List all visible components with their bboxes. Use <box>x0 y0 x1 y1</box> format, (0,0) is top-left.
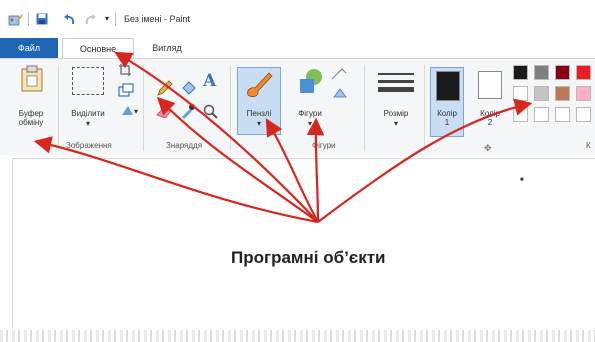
chevron-down-icon[interactable]: ▾ <box>255 119 263 128</box>
tab-file[interactable]: Файл <box>0 38 58 58</box>
quick-access-separator <box>115 12 116 26</box>
torn-edge <box>0 330 595 342</box>
palette-swatch[interactable] <box>513 107 528 122</box>
text-icon[interactable]: A <box>203 73 216 90</box>
caption: Програмні об’єкти <box>231 248 386 267</box>
tab-home[interactable]: Основне <box>62 38 134 58</box>
eraser-icon[interactable] <box>156 103 174 119</box>
canvas[interactable] <box>12 158 595 329</box>
color2-button[interactable]: Колір 2 <box>472 109 508 127</box>
tab-view[interactable]: Вигляд <box>140 38 194 58</box>
group-label-image: Зображення <box>66 141 112 150</box>
shape-outline-fill-icon[interactable] <box>330 67 350 103</box>
clipboard-icon[interactable] <box>19 65 45 93</box>
pencil-icon[interactable] <box>156 79 174 97</box>
paint-window: ▾ Без імені - Paint Файл Основне Вигляд … <box>0 0 595 342</box>
color1-label: Колір 1 <box>437 109 457 127</box>
quick-access-dropdown[interactable]: ▾ <box>105 12 113 26</box>
select-rect-icon[interactable] <box>72 67 104 95</box>
resize-icon[interactable] <box>118 83 134 97</box>
resize-handle[interactable]: ■ <box>520 176 524 185</box>
undo-icon[interactable] <box>62 12 76 26</box>
group-separator <box>58 65 59 151</box>
palette-swatch[interactable] <box>534 107 549 122</box>
palette-swatch[interactable] <box>513 86 528 101</box>
palette-swatch[interactable] <box>576 107 591 122</box>
crop-icon[interactable] <box>118 63 132 77</box>
palette-swatch[interactable] <box>555 86 570 101</box>
color2-swatch[interactable] <box>478 71 502 99</box>
chevron-down-icon[interactable]: ▾ <box>392 119 400 128</box>
group-separator <box>364 65 365 151</box>
size-lines-icon[interactable] <box>378 71 414 97</box>
chevron-down-icon[interactable]: ▾ <box>84 119 92 128</box>
rotate-icon[interactable]: ▾ <box>120 103 140 117</box>
palette-swatch[interactable] <box>576 65 591 80</box>
window-title: Без імені - Paint <box>124 14 191 24</box>
color1-swatch <box>436 71 460 101</box>
color-picker-icon[interactable] <box>180 103 196 119</box>
palette-swatch[interactable] <box>534 86 549 101</box>
clipboard-button[interactable]: Буфер обміну <box>10 109 52 127</box>
palette-swatch[interactable] <box>555 107 570 122</box>
fill-icon[interactable] <box>180 79 198 97</box>
paint-app-icon <box>8 14 23 26</box>
move-cursor-icon: ✥ <box>484 143 492 153</box>
chevron-down-icon[interactable]: ▾ <box>306 119 314 128</box>
shapes-icon[interactable] <box>296 67 326 97</box>
palette-swatch[interactable] <box>555 65 570 80</box>
brush-icon <box>247 72 273 98</box>
size-button[interactable]: Розмір <box>374 109 418 118</box>
group-separator <box>143 65 144 151</box>
group-label-shapes: Фігури <box>312 141 336 150</box>
title-bar: ▾ Без імені - Paint <box>0 0 595 36</box>
quick-access-separator <box>28 12 29 26</box>
svg-text:▾: ▾ <box>134 107 138 116</box>
save-icon[interactable] <box>36 12 48 26</box>
brushes-label: Пензлі <box>246 109 272 118</box>
ribbon-tabs: Файл Основне Вигляд <box>0 38 595 58</box>
group-label-tools: Знаряддя <box>166 141 203 150</box>
group-separator <box>230 65 231 151</box>
palette-swatch[interactable] <box>576 86 591 101</box>
palette-swatch[interactable] <box>513 65 528 80</box>
shapes-button[interactable]: Фігури <box>288 109 332 118</box>
magnifier-icon[interactable] <box>202 103 218 119</box>
ribbon: Буфер обміну Виділити ▾ ▾ Зображення A З… <box>0 58 595 156</box>
group-separator <box>424 65 425 151</box>
redo-icon[interactable] <box>84 12 98 26</box>
group-label-colors: К <box>586 141 591 150</box>
palette-swatch[interactable] <box>534 65 549 80</box>
select-button[interactable]: Виділити <box>64 109 112 118</box>
